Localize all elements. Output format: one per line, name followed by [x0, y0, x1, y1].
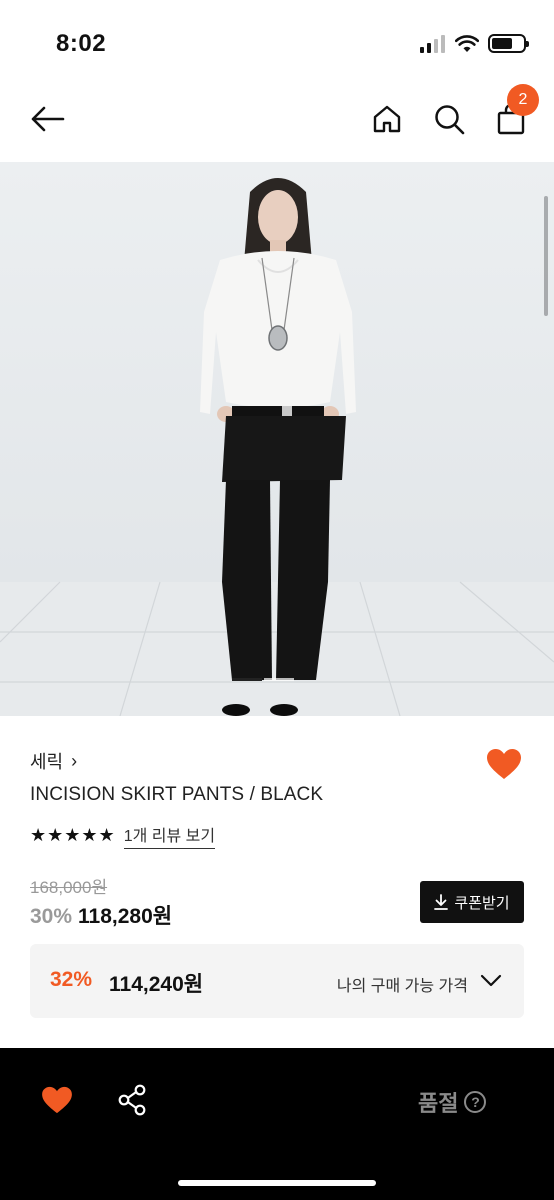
question-circle-icon[interactable]: ?: [464, 1091, 487, 1113]
home-icon: [373, 105, 401, 133]
top-nav-bar: [0, 78, 554, 162]
discount-rate: 30%: [30, 905, 73, 928]
product-photo: [0, 162, 554, 716]
soldout-label: 품절: [418, 1091, 459, 1116]
my-price-dropdown[interactable]: 32% 114,240원 나의 구매 가능 가격: [30, 944, 524, 1018]
home-indicator[interactable]: [178, 1180, 376, 1186]
chevron-down-icon: [480, 970, 502, 992]
sale-price-row: 30% 118,280원: [30, 900, 172, 930]
my-discount-rate: 32%: [50, 968, 93, 991]
bottom-action-bar: 품절 ?: [0, 1048, 554, 1200]
review-link[interactable]: 1개 리뷰 보기: [123, 822, 216, 849]
home-button[interactable]: [368, 98, 406, 140]
star-rating: ★★★★★: [30, 825, 116, 845]
share-icon: [118, 1084, 146, 1116]
coupon-button[interactable]: 쿠폰받기: [420, 881, 524, 923]
image-scrollbar[interactable]: [544, 196, 548, 316]
brand-name: 세릭: [30, 752, 64, 772]
arrow-left-icon: [31, 106, 65, 132]
share-button[interactable]: [114, 1082, 150, 1118]
product-image[interactable]: [0, 162, 554, 716]
pager-segment-active[interactable]: [232, 678, 262, 681]
coupon-button-label: 쿠폰받기: [454, 894, 510, 912]
pager-segment[interactable]: [264, 678, 294, 681]
wifi-icon: [455, 34, 479, 52]
product-name: INCISION SKIRT PANTS / BLACK: [30, 784, 324, 805]
my-price: 114,240원: [109, 973, 204, 996]
image-pager[interactable]: [232, 678, 294, 681]
cart-count-badge: 2: [507, 84, 539, 116]
original-price: 168,000원: [30, 878, 108, 897]
bottom-like-button[interactable]: [40, 1084, 74, 1116]
rating-row: ★★★★★ 1개 리뷰 보기: [30, 822, 216, 849]
like-button[interactable]: [484, 744, 524, 784]
cellular-signal-icon: [420, 34, 445, 53]
status-time: 8:02: [56, 30, 107, 57]
sale-price: 118,280원: [78, 905, 173, 928]
status-icons: [420, 34, 529, 53]
soldout-status: 품절 ?: [418, 1086, 487, 1118]
brand-link[interactable]: 세릭 ›: [30, 748, 77, 774]
download-icon: [434, 894, 449, 910]
my-price-label: 나의 구매 가능 가격: [336, 978, 468, 995]
search-button[interactable]: [430, 98, 468, 140]
back-button[interactable]: [26, 98, 68, 140]
search-icon: [435, 105, 465, 135]
chevron-right-icon: ›: [71, 750, 78, 771]
heart-icon: [42, 1086, 72, 1114]
battery-icon: [488, 34, 529, 53]
status-bar: 8:02: [0, 0, 554, 78]
heart-icon: [487, 749, 521, 779]
